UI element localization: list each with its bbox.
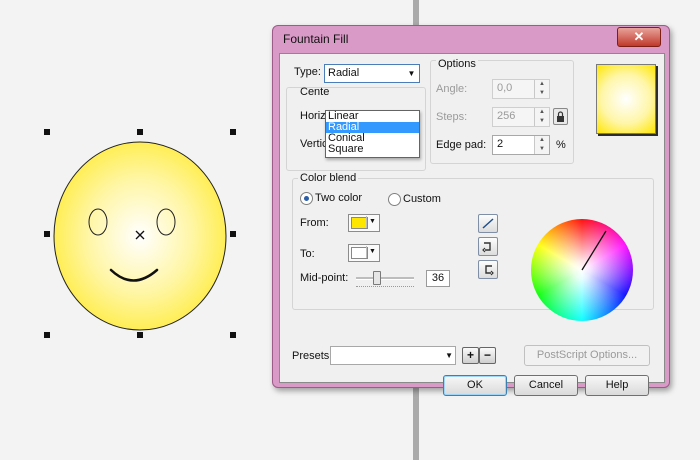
type-select-value: Radial (328, 67, 360, 79)
two-color-radio[interactable] (300, 192, 313, 205)
edge-pad-unit: % (556, 139, 566, 151)
custom-radio[interactable] (388, 193, 401, 206)
midpoint-slider-ticks (356, 286, 414, 290)
add-preset-button[interactable]: + (462, 347, 479, 364)
chevron-down-icon: ▼ (445, 351, 453, 360)
fountain-fill-dialog: Fountain Fill ✕ Type: Radial ▼ Cente Hor… (272, 25, 670, 396)
chevron-down-icon: ▼ (407, 69, 416, 78)
dialog-client-area: Type: Radial ▼ Cente Horizo Vertical: 0 … (279, 53, 665, 396)
cancel-button[interactable]: Cancel (514, 375, 578, 396)
center-offset-title: Cente (300, 86, 330, 98)
presets-label: Presets: (292, 350, 333, 362)
counterclockwise-blend-button[interactable] (478, 260, 498, 279)
ok-button[interactable]: OK (443, 375, 507, 396)
edge-pad-label: Edge pad: (436, 139, 487, 151)
type-option-square[interactable]: Square (326, 144, 419, 155)
face-circle (53, 141, 227, 331)
angle-spinbox[interactable]: 0,0 ▲ ▼ (492, 79, 550, 99)
straight-line-icon (482, 218, 494, 229)
midpoint-slider-track[interactable] (356, 277, 414, 280)
midpoint-value[interactable]: 36 (426, 270, 450, 287)
direct-blend-button[interactable] (478, 214, 498, 233)
spinner-arrows-icon[interactable]: ▲▼ (534, 108, 549, 126)
chevron-down-icon: ▼ (366, 216, 378, 228)
color-wheel[interactable] (531, 219, 633, 321)
angle-label: Angle: (436, 83, 468, 95)
type-select[interactable]: Radial ▼ (324, 64, 420, 83)
minus-icon: − (483, 348, 491, 362)
options-title: Options (436, 58, 478, 70)
lock-button[interactable] (553, 108, 568, 125)
steps-label: Steps: (436, 111, 468, 123)
midpoint-slider-thumb[interactable] (372, 271, 381, 285)
angle-value: 0,0 (497, 82, 513, 94)
close-button[interactable]: ✕ (617, 27, 661, 47)
dialog-titlebar[interactable]: Fountain Fill ✕ (273, 26, 669, 52)
to-label: To: (300, 248, 315, 260)
from-color-picker[interactable]: ▼ (348, 214, 380, 232)
custom-label: Custom (403, 193, 441, 205)
edge-pad-spinbox[interactable]: 2 ▲ ▼ (492, 135, 550, 155)
type-dropdown-list[interactable]: Linear Radial Conical Square (325, 110, 420, 158)
clockwise-arrow-icon (482, 242, 491, 253)
two-color-label: Two color (315, 192, 363, 204)
postscript-options-button[interactable]: PostScript Options... (524, 345, 650, 366)
edge-pad-value: 2 (497, 138, 504, 150)
fill-preview (596, 64, 656, 134)
presets-select[interactable]: ▼ (330, 346, 456, 365)
smiley-face-object[interactable] (40, 125, 250, 345)
chevron-down-icon: ▼ (366, 246, 378, 258)
remove-preset-button[interactable]: − (479, 347, 496, 364)
clockwise-blend-button[interactable] (478, 237, 498, 256)
spinner-arrows-icon[interactable]: ▲▼ (534, 136, 549, 154)
from-label: From: (300, 217, 329, 229)
dialog-title: Fountain Fill (283, 32, 349, 46)
close-icon: ✕ (633, 29, 645, 44)
to-color-picker[interactable]: ▼ (348, 244, 380, 262)
blend-direction-line (581, 230, 607, 271)
plus-icon: + (466, 348, 474, 362)
lock-icon (557, 111, 564, 122)
steps-value: 256 (497, 110, 516, 122)
spinner-arrows-icon[interactable]: ▲▼ (534, 80, 549, 98)
color-blend-title: Color blend (298, 172, 359, 184)
type-label: Type: (294, 66, 321, 78)
midpoint-label: Mid-point: (300, 272, 349, 284)
counterclockwise-arrow-icon (485, 265, 494, 276)
help-button[interactable]: Help (585, 375, 649, 396)
steps-spinbox[interactable]: 256 ▲ ▼ (492, 107, 550, 127)
